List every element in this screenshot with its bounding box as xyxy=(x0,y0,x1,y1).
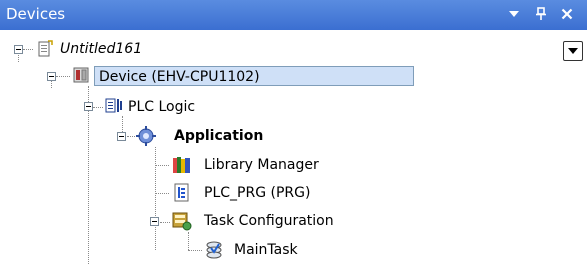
tree-connector xyxy=(160,222,170,223)
tree-item-plc-prg[interactable]: PLC_PRG (PRG) xyxy=(200,183,314,203)
panel-pin-button[interactable] xyxy=(532,5,550,23)
collapse-toggle[interactable] xyxy=(117,132,126,141)
tree-item-device[interactable]: Device (EHV-CPU1102) xyxy=(94,66,414,86)
dropdown-arrow-icon xyxy=(509,11,519,17)
tree-connector xyxy=(188,250,202,251)
collapse-toggle[interactable] xyxy=(150,217,159,226)
collapse-toggle[interactable] xyxy=(14,45,23,54)
tree-connector xyxy=(155,147,156,250)
tree-item-library-manager[interactable]: Library Manager xyxy=(200,155,323,175)
chevron-down-icon xyxy=(568,48,578,54)
tree-item-plc-logic[interactable]: PLC Logic xyxy=(124,97,199,117)
tree-connector xyxy=(56,76,70,77)
close-icon xyxy=(561,8,573,20)
tree-filter-dropdown[interactable] xyxy=(563,41,583,61)
task-configuration-icon xyxy=(172,212,192,231)
device-tree: Untitled161 Device (EHV-CPU1102) PLC Log… xyxy=(0,30,587,264)
tree-connector xyxy=(188,232,189,250)
project-file-icon xyxy=(38,40,53,57)
tree-connector xyxy=(155,193,169,194)
program-file-icon xyxy=(174,183,189,202)
collapse-toggle[interactable] xyxy=(84,102,93,111)
plc-logic-icon xyxy=(105,98,122,113)
tree-item-application[interactable]: Application xyxy=(170,126,267,146)
tree-connector xyxy=(93,107,103,108)
application-gear-icon xyxy=(136,126,156,146)
tree-item-task-configuration[interactable]: Task Configuration xyxy=(200,211,338,231)
panel-titlebar: Devices xyxy=(0,0,587,30)
tree-connector xyxy=(23,49,33,50)
collapse-toggle[interactable] xyxy=(47,72,56,81)
tree-item-project[interactable]: Untitled161 xyxy=(56,39,146,59)
panel-menu-button[interactable] xyxy=(505,5,523,23)
task-icon xyxy=(206,241,222,259)
panel-title: Devices xyxy=(6,5,66,23)
tree-item-main-task[interactable]: MainTask xyxy=(230,240,302,260)
panel-close-button[interactable] xyxy=(558,5,576,23)
pin-icon xyxy=(536,7,546,20)
library-books-icon xyxy=(173,157,190,173)
device-icon xyxy=(73,67,89,83)
tree-connector xyxy=(88,86,89,264)
tree-connector xyxy=(155,165,169,166)
